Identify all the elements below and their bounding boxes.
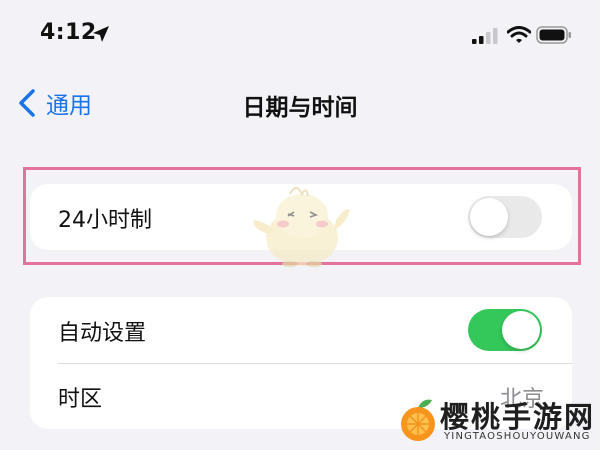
toggle-knob — [502, 311, 540, 349]
timezone-value: 北京 — [499, 387, 544, 412]
brand-pinyin: YINGTAOSHOUYOUWANG — [444, 431, 591, 442]
wifi-icon — [507, 26, 531, 43]
auto-set-label: 自动设置 — [58, 321, 147, 346]
settings-group-24-hour: 24小时制 — [30, 184, 572, 250]
auto-set-toggle[interactable] — [468, 309, 542, 351]
navigation-bar: 通用 日期与时间 — [0, 78, 600, 128]
cellular-signal-icon — [472, 28, 498, 44]
settings-row-24-hour: 24小时制 — [30, 184, 572, 250]
status-bar: 4:12 — [0, 0, 600, 70]
timezone-label: 时区 — [58, 387, 103, 412]
toggle-knob — [470, 198, 508, 236]
settings-group-auto: 自动设置 时区 北京 — [30, 297, 572, 429]
status-time: 4:12 — [40, 20, 97, 45]
battery-icon — [536, 26, 571, 44]
settings-row-timezone[interactable]: 时区 北京 — [30, 363, 572, 429]
24-hour-time-toggle[interactable] — [468, 196, 542, 238]
page-title: 日期与时间 — [242, 95, 358, 121]
location-arrow-icon — [93, 26, 109, 42]
24-hour-time-label: 24小时制 — [58, 208, 152, 233]
settings-row-auto-set: 自动设置 — [30, 297, 572, 364]
